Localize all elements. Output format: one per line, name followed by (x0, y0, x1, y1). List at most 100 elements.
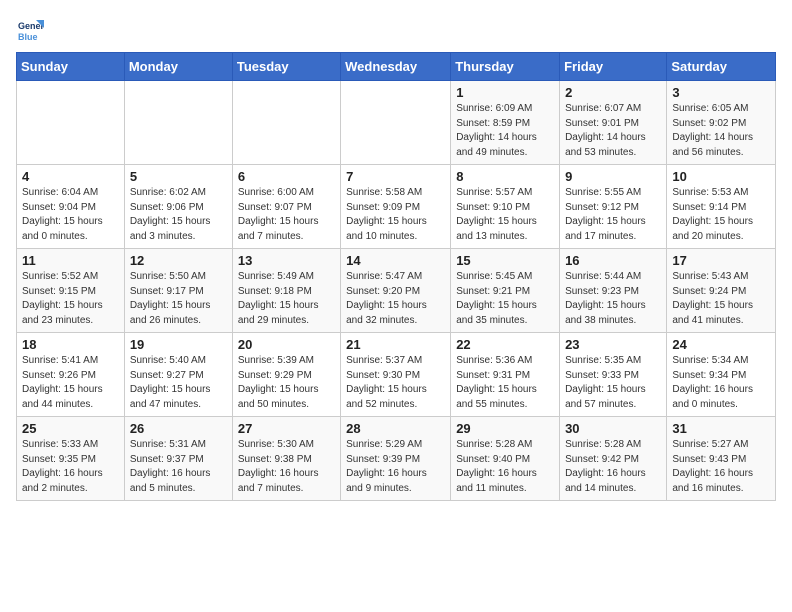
calendar-cell: 28 Sunrise: 5:29 AM Sunset: 9:39 PM Dayli… (341, 417, 451, 501)
calendar-body: 1 Sunrise: 6:09 AM Sunset: 8:59 PM Daylig… (17, 81, 776, 501)
calendar-cell: 6Sunrise: 6:00 AM Sunset: 9:07 PM Daylig… (232, 165, 340, 249)
calendar-week-2: 4 Sunrise: 6:04 AM Sunset: 9:04 PM Daylig… (17, 165, 776, 249)
logo: General Blue (16, 16, 48, 44)
day-detail: Sunrise: 5:57 AM Sunset: 9:10 PM Dayligh… (456, 186, 554, 244)
day-number: 1 (456, 85, 554, 100)
calendar-cell: 4 Sunrise: 6:04 AM Sunset: 9:04 PM Daylig… (17, 165, 125, 249)
day-detail: Sunrise: 5:55 AM Sunset: 9:12 PM Dayligh… (565, 186, 661, 244)
day-detail: Sunrise: 5:39 AM Sunset: 9:29 PM Dayligh… (238, 354, 335, 412)
day-detail: Sunrise: 5:50 AM Sunset: 9:17 PM Dayligh… (130, 270, 227, 328)
logo-icon: General Blue (16, 16, 44, 44)
day-detail: Sunrise: 5:27 AM Sunset: 9:43 PM Dayligh… (672, 438, 770, 496)
calendar-cell: 26 Sunrise: 5:31 AM Sunset: 9:37 PM Dayli… (124, 417, 232, 501)
day-number: 11 (22, 253, 119, 268)
day-number: 19 (130, 337, 227, 352)
day-number: 15 (456, 253, 554, 268)
calendar-cell: 2 Sunrise: 6:07 AM Sunset: 9:01 PM Daylig… (560, 81, 667, 165)
header-tuesday: Tuesday (232, 53, 340, 81)
calendar-header-row: SundayMondayTuesdayWednesdayThursdayFrid… (17, 53, 776, 81)
calendar-week-5: 25 Sunrise: 5:33 AM Sunset: 9:35 PM Dayli… (17, 417, 776, 501)
day-number: 5 (130, 169, 227, 184)
day-number: 14 (346, 253, 445, 268)
calendar-cell: 9 Sunrise: 5:55 AM Sunset: 9:12 PM Daylig… (560, 165, 667, 249)
header-wednesday: Wednesday (341, 53, 451, 81)
day-number: 4 (22, 169, 119, 184)
day-detail: Sunrise: 5:28 AM Sunset: 9:40 PM Dayligh… (456, 438, 554, 496)
day-detail: Sunrise: 5:40 AM Sunset: 9:27 PM Dayligh… (130, 354, 227, 412)
calendar-cell: 11Sunrise: 5:52 AM Sunset: 9:15 PM Dayli… (17, 249, 125, 333)
day-detail: Sunrise: 5:44 AM Sunset: 9:23 PM Dayligh… (565, 270, 661, 328)
calendar-cell: 1 Sunrise: 6:09 AM Sunset: 8:59 PM Daylig… (451, 81, 560, 165)
day-number: 22 (456, 337, 554, 352)
calendar-cell: 5 Sunrise: 6:02 AM Sunset: 9:06 PM Daylig… (124, 165, 232, 249)
day-detail: Sunrise: 5:35 AM Sunset: 9:33 PM Dayligh… (565, 354, 661, 412)
calendar-week-1: 1 Sunrise: 6:09 AM Sunset: 8:59 PM Daylig… (17, 81, 776, 165)
calendar-cell: 10 Sunrise: 5:53 AM Sunset: 9:14 PM Dayli… (667, 165, 776, 249)
day-number: 27 (238, 421, 335, 436)
day-number: 31 (672, 421, 770, 436)
header-monday: Monday (124, 53, 232, 81)
day-number: 10 (672, 169, 770, 184)
day-number: 25 (22, 421, 119, 436)
day-detail: Sunrise: 6:09 AM Sunset: 8:59 PM Dayligh… (456, 102, 554, 160)
day-number: 8 (456, 169, 554, 184)
day-number: 20 (238, 337, 335, 352)
header-friday: Friday (560, 53, 667, 81)
calendar-cell: 12Sunrise: 5:50 AM Sunset: 9:17 PM Dayli… (124, 249, 232, 333)
calendar-cell: 22 Sunrise: 5:36 AM Sunset: 9:31 PM Dayli… (451, 333, 560, 417)
day-detail: Sunrise: 5:58 AM Sunset: 9:09 PM Dayligh… (346, 186, 445, 244)
day-number: 3 (672, 85, 770, 100)
day-number: 2 (565, 85, 661, 100)
calendar-cell: 8 Sunrise: 5:57 AM Sunset: 9:10 PM Daylig… (451, 165, 560, 249)
day-detail: Sunrise: 5:36 AM Sunset: 9:31 PM Dayligh… (456, 354, 554, 412)
day-detail: Sunrise: 5:33 AM Sunset: 9:35 PM Dayligh… (22, 438, 119, 496)
day-detail: Sunrise: 5:29 AM Sunset: 9:39 PM Dayligh… (346, 438, 445, 496)
calendar-cell: 17 Sunrise: 5:43 AM Sunset: 9:24 PM Dayli… (667, 249, 776, 333)
day-detail: Sunrise: 5:37 AM Sunset: 9:30 PM Dayligh… (346, 354, 445, 412)
day-detail: Sunrise: 5:28 AM Sunset: 9:42 PM Dayligh… (565, 438, 661, 496)
day-detail: Sunrise: 5:49 AM Sunset: 9:18 PM Dayligh… (238, 270, 335, 328)
calendar-week-3: 11Sunrise: 5:52 AM Sunset: 9:15 PM Dayli… (17, 249, 776, 333)
calendar-cell: 7 Sunrise: 5:58 AM Sunset: 9:09 PM Daylig… (341, 165, 451, 249)
calendar-cell: 18 Sunrise: 5:41 AM Sunset: 9:26 PM Dayli… (17, 333, 125, 417)
day-detail: Sunrise: 6:07 AM Sunset: 9:01 PM Dayligh… (565, 102, 661, 160)
page-header: General Blue (16, 16, 776, 44)
day-detail: Sunrise: 5:45 AM Sunset: 9:21 PM Dayligh… (456, 270, 554, 328)
day-number: 21 (346, 337, 445, 352)
day-number: 28 (346, 421, 445, 436)
calendar-cell: 16Sunrise: 5:44 AM Sunset: 9:23 PM Dayli… (560, 249, 667, 333)
day-detail: Sunrise: 6:02 AM Sunset: 9:06 PM Dayligh… (130, 186, 227, 244)
header-saturday: Saturday (667, 53, 776, 81)
calendar-cell: 19 Sunrise: 5:40 AM Sunset: 9:27 PM Dayli… (124, 333, 232, 417)
day-number: 17 (672, 253, 770, 268)
calendar-cell: 14 Sunrise: 5:47 AM Sunset: 9:20 PM Dayli… (341, 249, 451, 333)
day-detail: Sunrise: 5:41 AM Sunset: 9:26 PM Dayligh… (22, 354, 119, 412)
header-thursday: Thursday (451, 53, 560, 81)
calendar-cell: 20 Sunrise: 5:39 AM Sunset: 9:29 PM Dayli… (232, 333, 340, 417)
calendar-cell: 31 Sunrise: 5:27 AM Sunset: 9:43 PM Dayli… (667, 417, 776, 501)
calendar-cell: 29 Sunrise: 5:28 AM Sunset: 9:40 PM Dayli… (451, 417, 560, 501)
header-sunday: Sunday (17, 53, 125, 81)
day-number: 26 (130, 421, 227, 436)
day-detail: Sunrise: 5:47 AM Sunset: 9:20 PM Dayligh… (346, 270, 445, 328)
calendar-cell: 3Sunrise: 6:05 AM Sunset: 9:02 PM Daylig… (667, 81, 776, 165)
calendar-cell: 13Sunrise: 5:49 AM Sunset: 9:18 PM Dayli… (232, 249, 340, 333)
calendar-cell (17, 81, 125, 165)
calendar-cell: 23 Sunrise: 5:35 AM Sunset: 9:33 PM Dayli… (560, 333, 667, 417)
day-detail: Sunrise: 5:31 AM Sunset: 9:37 PM Dayligh… (130, 438, 227, 496)
day-number: 30 (565, 421, 661, 436)
day-number: 23 (565, 337, 661, 352)
day-number: 29 (456, 421, 554, 436)
day-detail: Sunrise: 5:43 AM Sunset: 9:24 PM Dayligh… (672, 270, 770, 328)
day-number: 18 (22, 337, 119, 352)
calendar-cell: 24Sunrise: 5:34 AM Sunset: 9:34 PM Dayli… (667, 333, 776, 417)
day-number: 9 (565, 169, 661, 184)
day-detail: Sunrise: 5:53 AM Sunset: 9:14 PM Dayligh… (672, 186, 770, 244)
day-number: 7 (346, 169, 445, 184)
day-detail: Sunrise: 6:04 AM Sunset: 9:04 PM Dayligh… (22, 186, 119, 244)
calendar-cell (341, 81, 451, 165)
calendar-cell: 21 Sunrise: 5:37 AM Sunset: 9:30 PM Dayli… (341, 333, 451, 417)
day-number: 6 (238, 169, 335, 184)
calendar-table: SundayMondayTuesdayWednesdayThursdayFrid… (16, 52, 776, 501)
day-detail: Sunrise: 5:30 AM Sunset: 9:38 PM Dayligh… (238, 438, 335, 496)
